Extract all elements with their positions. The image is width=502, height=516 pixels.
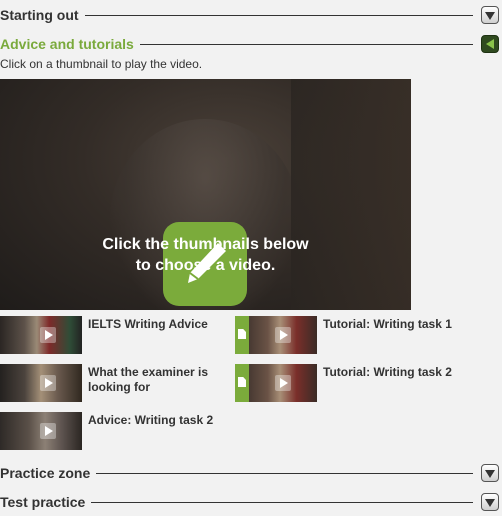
video-caption: Click the thumbnails below to choose a v… (0, 234, 411, 276)
section-starting-out[interactable]: Starting out (0, 4, 502, 26)
triangle-left-icon[interactable] (481, 35, 499, 53)
chevron-down-icon[interactable] (481, 493, 499, 511)
play-icon (40, 375, 56, 391)
document-icon (238, 329, 246, 339)
divider-line (84, 14, 473, 16)
section-practice-zone[interactable]: Practice zone (0, 462, 502, 484)
video-title[interactable]: IELTS Writing Advice (82, 316, 222, 354)
divider-line (139, 43, 473, 45)
video-title[interactable]: What the examiner is looking for (82, 364, 222, 402)
section-title-practice-zone[interactable]: Practice zone (0, 465, 96, 481)
section-test-practice[interactable]: Test practice (0, 491, 502, 513)
divider-line (96, 472, 473, 474)
instruction-text: Click on a thumbnail to play the video. (0, 57, 203, 71)
video-item-ielts-writing-advice[interactable]: IELTS Writing Advice (0, 316, 222, 354)
chevron-down-icon[interactable] (481, 6, 499, 24)
play-icon (275, 327, 291, 343)
section-title-advice[interactable]: Advice and tutorials (0, 36, 140, 52)
divider-line (91, 501, 473, 503)
section-title-starting-out[interactable]: Starting out (0, 7, 85, 23)
video-thumbnail[interactable] (0, 316, 82, 354)
play-icon (275, 375, 291, 391)
video-player[interactable]: Click the thumbnails below to choose a v… (0, 79, 411, 310)
video-thumbnail[interactable] (0, 364, 82, 402)
section-title-test-practice[interactable]: Test practice (0, 494, 91, 510)
video-title[interactable]: Advice: Writing task 2 (82, 412, 222, 450)
play-icon (40, 423, 56, 439)
video-item-tutorial-writing-task-2[interactable]: Tutorial: Writing task 2 (235, 364, 457, 402)
section-advice-and-tutorials[interactable]: Advice and tutorials (0, 33, 502, 55)
play-icon (40, 327, 56, 343)
video-caption-line-1: Click the thumbnails below (102, 236, 309, 253)
video-caption-line-2: to choose a video. (135, 257, 276, 274)
document-strip (235, 364, 249, 402)
document-icon (238, 377, 246, 387)
chevron-down-icon[interactable] (481, 464, 499, 482)
video-thumbnail[interactable] (0, 412, 82, 450)
video-item-what-the-examiner-is-looking-for[interactable]: What the examiner is looking for (0, 364, 222, 402)
video-thumbnail[interactable] (235, 364, 317, 402)
video-title[interactable]: Tutorial: Writing task 2 (317, 364, 457, 402)
video-item-tutorial-writing-task-1[interactable]: Tutorial: Writing task 1 (235, 316, 457, 354)
document-strip (235, 316, 249, 354)
video-item-advice-writing-task-2[interactable]: Advice: Writing task 2 (0, 412, 222, 450)
video-thumbnail[interactable] (235, 316, 317, 354)
video-title[interactable]: Tutorial: Writing task 1 (317, 316, 457, 354)
